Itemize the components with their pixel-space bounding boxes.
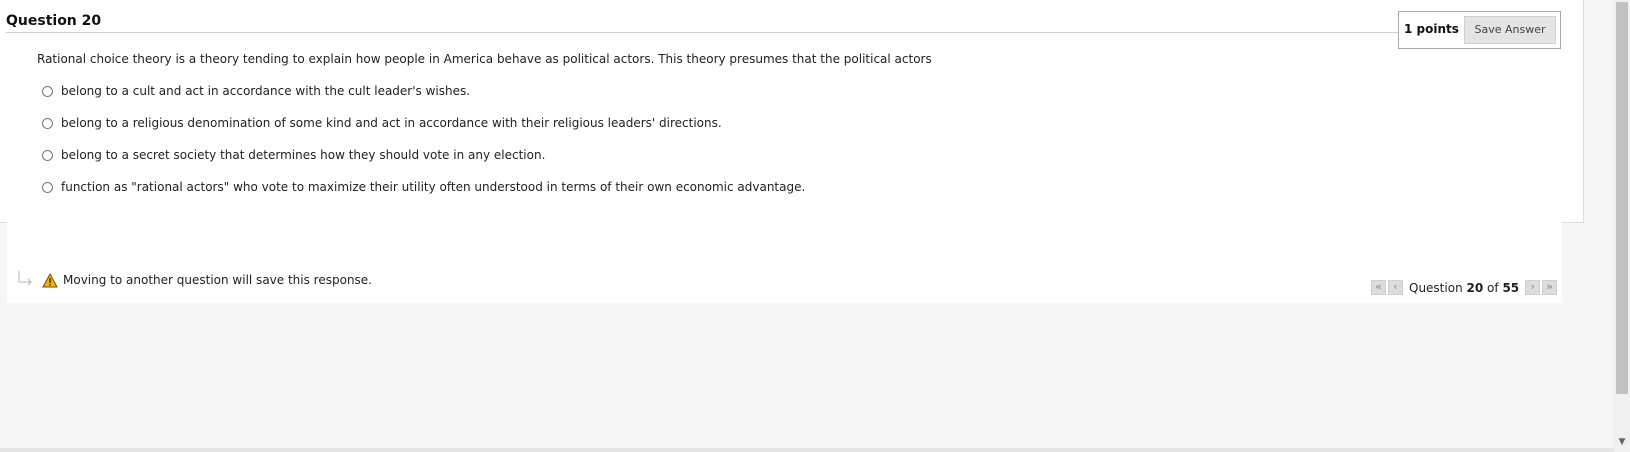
question-prompt: Rational choice theory is a theory tendi…	[37, 52, 932, 66]
answer-option-2[interactable]: belong to a religious denomination of so…	[42, 114, 722, 132]
points-value: 1 points	[1404, 22, 1459, 36]
answer-label: belong to a cult and act in accordance w…	[61, 84, 471, 98]
corner-arrow-icon	[16, 270, 36, 290]
save-notice: Moving to another question will save thi…	[16, 270, 372, 290]
question-title: Question 20	[6, 13, 102, 29]
previous-question-button[interactable]: ‹	[1388, 280, 1403, 295]
question-counter: Question 20 of 55	[1409, 281, 1519, 295]
answer-label: belong to a secret society that determin…	[61, 148, 546, 162]
scroll-down-icon[interactable]: ▼	[1614, 434, 1630, 450]
answer-option-3[interactable]: belong to a secret society that determin…	[42, 146, 545, 164]
counter-total: 55	[1502, 280, 1520, 295]
counter-prefix: Question	[1409, 280, 1463, 295]
notice-text: Moving to another question will save thi…	[63, 273, 372, 287]
question-footer	[7, 222, 1562, 303]
counter-current: 20	[1466, 280, 1484, 295]
scrollbar-thumb[interactable]	[1616, 2, 1628, 394]
radio-button[interactable]	[42, 117, 53, 129]
answer-option-1[interactable]: belong to a cult and act in accordance w…	[42, 82, 470, 100]
vertical-scrollbar[interactable]: ▼	[1614, 0, 1630, 452]
counter-of: of	[1487, 280, 1499, 295]
answer-option-4[interactable]: function as "rational actors" who vote t…	[42, 178, 805, 196]
save-answer-button[interactable]: Save Answer	[1464, 16, 1556, 44]
radio-button[interactable]	[42, 149, 53, 161]
answer-label: function as "rational actors" who vote t…	[61, 180, 806, 194]
bottom-border	[0, 448, 1614, 452]
title-divider	[6, 32, 1399, 33]
next-question-button[interactable]: ›	[1525, 280, 1541, 295]
warning-icon	[42, 272, 58, 288]
radio-button[interactable]	[42, 85, 53, 97]
last-question-button[interactable]: »	[1542, 280, 1558, 295]
question-panel: Question 20 1 points Save Answer Rationa…	[0, 0, 1584, 223]
question-pager: « ‹ Question 20 of 55 › »	[1371, 280, 1559, 295]
points-box: 1 points Save Answer	[1398, 11, 1561, 49]
first-question-button[interactable]: «	[1371, 280, 1386, 295]
answer-label: belong to a religious denomination of so…	[61, 116, 722, 130]
radio-button[interactable]	[42, 181, 53, 193]
